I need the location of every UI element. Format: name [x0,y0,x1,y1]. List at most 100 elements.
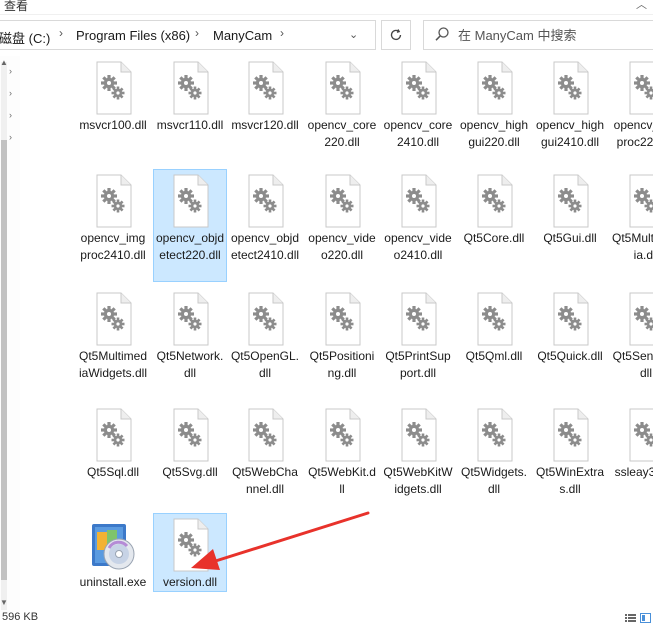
search-input[interactable] [458,25,648,45]
dll-file-icon [173,408,209,462]
chevron-right-icon[interactable]: › [9,132,12,142]
dll-file-icon [401,292,437,346]
dll-file-icon [629,174,653,228]
search-icon [435,27,449,41]
details-view-icon[interactable] [625,613,636,623]
file-item[interactable]: opencv_core220.dll [305,56,379,153]
file-item[interactable]: Qt5WinExtras.dll [533,403,607,500]
dll-file-icon [325,61,361,115]
file-item[interactable]: opencv_video220.dll [305,169,379,266]
dll-file-icon [401,61,437,115]
chevron-right-icon[interactable]: › [9,66,12,76]
file-item[interactable]: Qt5Gui.dll [533,169,607,250]
file-item[interactable]: msvcr120.dll [228,56,302,137]
file-item[interactable]: msvcr100.dll [76,56,150,137]
file-item[interactable]: Qt5Core.dll [457,169,531,250]
file-item[interactable]: Qt5Svg.dll [153,403,227,484]
file-item[interactable]: Qt5Sql.dll [76,403,150,484]
refresh-button[interactable] [381,20,411,50]
file-name: opencv_core220.dll [307,118,377,149]
breadcrumb-separator[interactable]: › [280,26,284,40]
file-name: msvcr110.dll [156,118,224,132]
file-item[interactable]: ssleay32.dll [609,403,653,484]
file-item[interactable]: Qt5Widgets.dll [457,403,531,500]
file-item[interactable]: Qt5Quick.dll [533,287,607,368]
dll-file-icon [173,174,209,228]
file-item[interactable]: Qt5MultimediaWidgets.dll [76,287,150,384]
breadcrumb-separator[interactable]: › [59,26,63,40]
chevron-up-icon[interactable]: ︿ [636,0,647,12]
file-name: Qt5Quick.dll [537,349,603,363]
chevron-right-icon[interactable]: › [9,88,12,98]
dll-file-icon [96,174,132,228]
file-item[interactable]: version.dll [153,513,227,592]
breadcrumb-drive[interactable]: 磁盘 (C:) [0,28,50,47]
file-item[interactable]: Qt5WebKitWidgets.dll [381,403,455,500]
ribbon: 查看 ︿ [0,0,653,15]
dll-file-icon [325,408,361,462]
file-item[interactable]: opencv_imgproc220.dll [609,56,653,153]
file-item[interactable]: Qt5Multimedia.dll [609,169,653,266]
address-row: 磁盘 (C:) › Program Files (x86) › ManyCam … [0,18,653,54]
dll-file-icon [325,292,361,346]
file-item[interactable]: opencv_highgui220.dll [457,56,531,153]
file-name: opencv_objdetect220.dll [155,231,225,262]
dll-file-icon [248,61,284,115]
file-item[interactable]: opencv_objdetect2410.dll [228,169,302,266]
dll-file-icon [248,174,284,228]
dll-file-icon [553,61,589,115]
file-item[interactable]: uninstall.exe [76,513,150,594]
large-icons-view-icon[interactable] [640,613,651,623]
file-item[interactable]: opencv_core2410.dll [381,56,455,153]
dll-file-icon [401,174,437,228]
file-name: uninstall.exe [79,575,147,589]
file-item[interactable]: Qt5WebKit.dll [305,403,379,500]
scroll-up-icon[interactable]: ▲ [0,58,8,67]
file-item[interactable]: Qt5Qml.dll [457,287,531,368]
file-item[interactable]: opencv_imgproc2410.dll [76,169,150,266]
file-name: Qt5Sensors.dll [612,349,653,380]
file-name: msvcr120.dll [231,118,299,132]
address-bar[interactable]: 磁盘 (C:) › Program Files (x86) › ManyCam … [0,20,376,50]
file-name: Qt5WebChannel.dll [232,465,298,496]
file-name: Qt5Core.dll [463,231,525,245]
dll-file-icon [477,408,513,462]
scroll-down-icon[interactable]: ▼ [0,598,8,607]
file-item[interactable]: opencv_video2410.dll [381,169,455,266]
file-item[interactable]: Qt5Sensors.dll [609,287,653,384]
file-item[interactable]: Qt5OpenGL.dll [228,287,302,384]
dll-file-icon [629,408,653,462]
dll-file-icon [553,408,589,462]
status-size: 596 KB [2,611,39,623]
dll-file-icon [477,61,513,115]
file-item[interactable]: Qt5WebChannel.dll [228,403,302,500]
breadcrumb-program-files[interactable]: Program Files (x86) [76,28,190,43]
status-bar: 596 KB [0,611,653,625]
file-name: Qt5Sql.dll [86,465,140,479]
refresh-icon [390,29,402,41]
breadcrumb-separator[interactable]: › [195,26,199,40]
file-name: version.dll [162,575,218,589]
dll-file-icon [401,408,437,462]
ribbon-tab-view[interactable]: 查看 [4,0,28,14]
file-item[interactable]: Qt5PrintSupport.dll [381,287,455,384]
installer-cd-icon [92,524,135,570]
search-box[interactable] [423,20,653,50]
file-name: Qt5Svg.dll [162,465,218,479]
file-name: opencv_video2410.dll [384,231,452,262]
file-name: Qt5WebKitWidgets.dll [383,465,453,496]
file-item[interactable]: opencv_objdetect220.dll [153,169,227,282]
file-item[interactable]: Qt5Network.dll [153,287,227,384]
file-item[interactable]: msvcr110.dll [153,56,227,137]
file-name: Qt5MultimediaWidgets.dll [78,349,148,380]
dll-file-icon [173,518,209,572]
nav-scrollbar-thumb[interactable] [1,140,7,580]
file-item[interactable]: opencv_highgui2410.dll [533,56,607,153]
file-name: Qt5Gui.dll [543,231,597,245]
file-name: opencv_objdetect2410.dll [230,231,300,262]
chevron-down-icon[interactable]: ⌄ [349,28,358,41]
file-name: Qt5Multimedia.dll [611,231,653,262]
breadcrumb-manycam[interactable]: ManyCam [213,28,272,43]
chevron-right-icon[interactable]: › [9,110,12,120]
file-item[interactable]: Qt5Positioning.dll [305,287,379,384]
